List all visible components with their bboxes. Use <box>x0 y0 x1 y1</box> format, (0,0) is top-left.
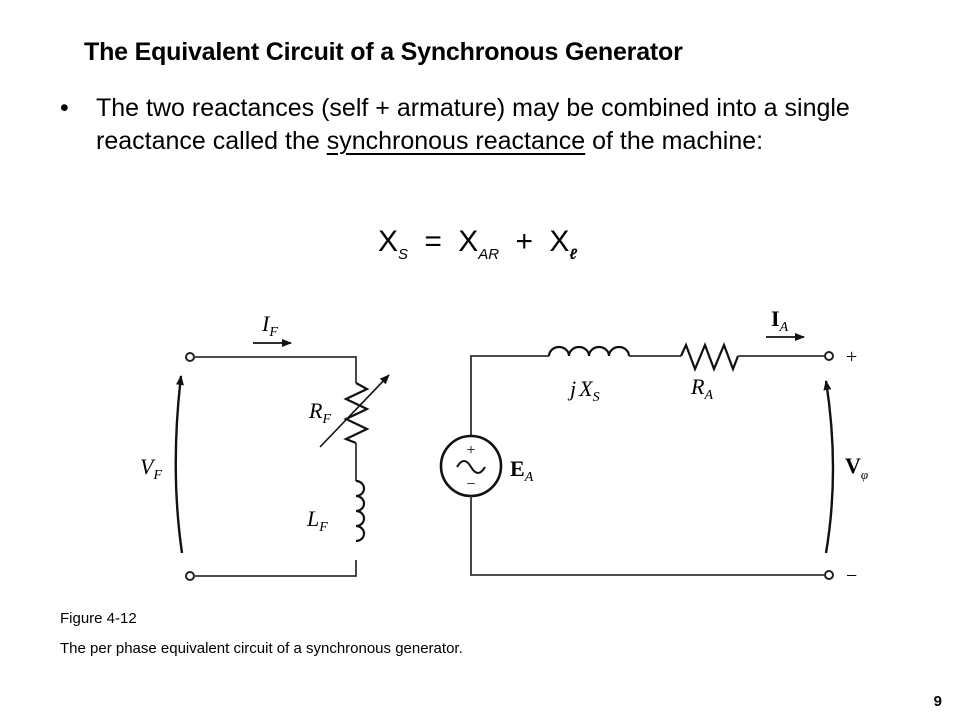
formula-term2-sub: ℓ <box>569 246 578 263</box>
bullet-text-after: of the machine: <box>585 127 764 155</box>
synchronous-reactance-inductor-icon <box>547 345 631 357</box>
field-inductance-label: LF <box>306 506 328 535</box>
slide-title: The Equivalent Circuit of a Synchronous … <box>84 38 683 66</box>
armature-resistor-icon <box>679 342 740 373</box>
field-resistor-icon <box>343 382 370 445</box>
armature-circuit: + − + − IA j XS RA EA Vφ <box>439 306 868 587</box>
terminal-minus-sign: − <box>846 565 857 587</box>
field-terminal-bottom <box>185 571 195 581</box>
armature-current-label: IA <box>771 306 789 335</box>
phase-voltage-label: Vφ <box>845 453 868 482</box>
sync-reactance-label: j XS <box>567 376 600 405</box>
bullet-point: • The two reactances (self + armature) m… <box>60 92 920 158</box>
output-terminal-positive <box>824 351 834 361</box>
bullet-marker: • <box>60 94 69 122</box>
internal-voltage-label: EA <box>510 456 534 485</box>
formula-plus: + <box>515 225 533 258</box>
terminal-plus-sign: + <box>846 346 857 368</box>
field-bottom-wire <box>194 560 357 577</box>
armature-bottom-wire <box>470 496 825 576</box>
source-minus-sign: − <box>466 476 475 493</box>
armature-left-top-wire <box>470 355 549 436</box>
field-circuit: IF RF LF VF <box>140 311 390 581</box>
figure-caption: The per phase equivalent circuit of a sy… <box>60 640 463 657</box>
formula-term1: X <box>458 225 479 258</box>
page-number: 9 <box>933 693 942 710</box>
bullet-text: The two reactances (self + armature) may… <box>96 92 920 158</box>
synchronous-reactance-term: synchronous reactance <box>326 127 586 155</box>
formula-lhs: X <box>378 225 399 258</box>
equivalent-circuit-diagram: IF RF LF VF + − + − IA j XS RA EA Vφ <box>140 306 868 587</box>
field-terminal-top <box>185 352 195 362</box>
field-voltage-label: VF <box>140 454 162 483</box>
field-resistance-label: RF <box>308 398 331 427</box>
field-inductor-icon <box>355 479 366 543</box>
source-plus-sign: + <box>466 442 475 459</box>
formula-term2: X <box>549 225 570 258</box>
figure-label: Figure 4-12 <box>60 610 137 627</box>
field-voltage-arc-arrow-icon <box>174 375 184 554</box>
formula-term1-sub: AR <box>478 246 500 263</box>
formula-lhs-sub: S <box>398 246 409 263</box>
output-terminal-negative <box>824 570 834 580</box>
synchronous-reactance-formula: XS = XAR + Xℓ <box>378 225 577 263</box>
field-current-label: IF <box>261 311 278 340</box>
field-top-wire <box>194 356 357 383</box>
phase-voltage-arc-arrow-icon <box>823 380 835 554</box>
armature-resistance-label: RA <box>690 374 713 403</box>
variable-resistor-arrow-icon <box>319 374 390 448</box>
formula-equals: = <box>424 225 442 258</box>
